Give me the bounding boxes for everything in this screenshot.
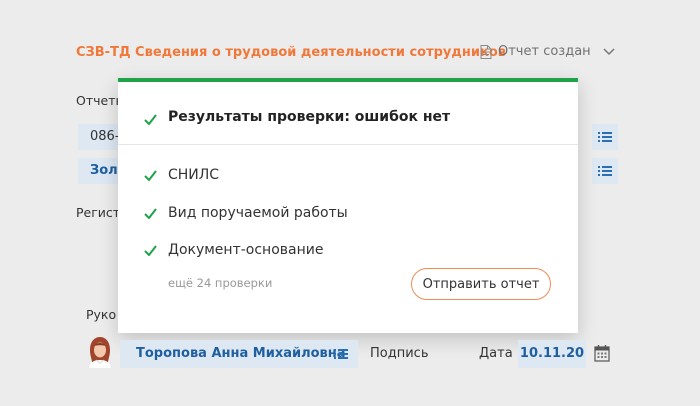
check-icon — [144, 245, 157, 256]
calendar-icon[interactable] — [594, 344, 610, 362]
divider — [118, 144, 578, 145]
more-checks-link[interactable]: ещё 24 проверки — [168, 276, 272, 290]
check-icon — [144, 114, 157, 125]
chevron-down-icon[interactable] — [603, 47, 615, 56]
check-icon — [144, 208, 157, 219]
list-icon[interactable] — [334, 348, 348, 360]
popup-title: Результаты проверки: ошибок нет — [168, 109, 451, 125]
signature-label: Подпись — [370, 346, 429, 361]
check-item: СНИЛС — [168, 167, 220, 183]
head-label: Руко — [86, 307, 117, 322]
signer-name: Торопова Анна Михайловна — [136, 346, 346, 361]
avatar — [89, 337, 111, 368]
signer-field[interactable]: Торопова Анна Михайловна — [120, 340, 358, 368]
check-item: Вид поручаемой работы — [168, 205, 348, 221]
report-title: СЗВ-ТД Сведения о трудовой деятельности … — [76, 45, 506, 60]
status-label: Отчет создан — [498, 44, 591, 59]
registration-label: Регист — [76, 205, 121, 220]
check-icon — [144, 170, 157, 181]
send-report-button[interactable]: Отправить отчет — [411, 268, 551, 300]
report-status[interactable]: Отчет создан — [480, 44, 615, 59]
date-label: Дата — [479, 346, 513, 361]
check-results-popup: Результаты проверки: ошибок нет СНИЛС Ви… — [118, 78, 578, 333]
check-item: Документ-основание — [168, 242, 324, 258]
list-icon[interactable] — [592, 124, 618, 150]
list-icon[interactable] — [592, 158, 618, 184]
document-icon — [480, 44, 492, 59]
reporting-label: Отчетн — [76, 93, 124, 108]
date-field[interactable]: 10.11.20 — [518, 340, 586, 368]
